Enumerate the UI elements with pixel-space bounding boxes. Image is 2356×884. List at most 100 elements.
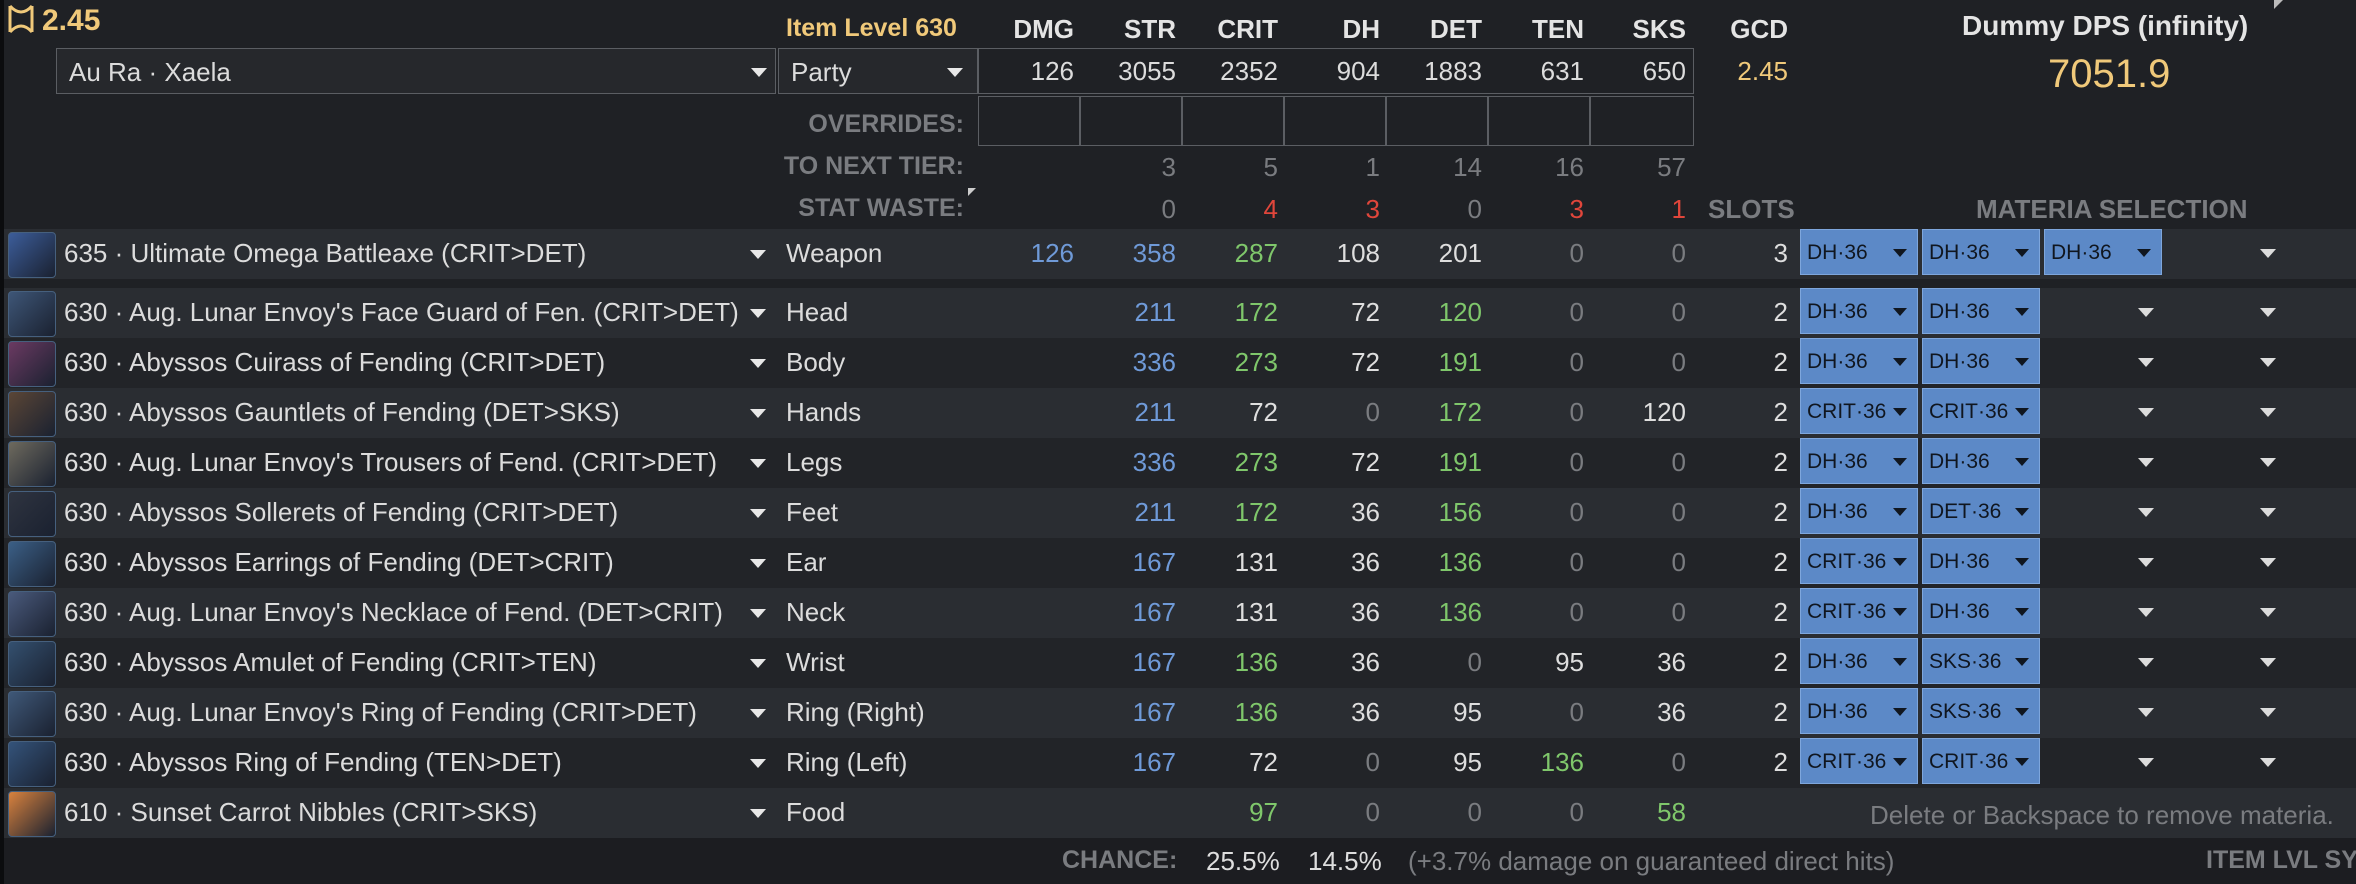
- table-row[interactable]: 630 · Aug. Lunar Envoy's Trousers of Fen…: [4, 438, 2356, 488]
- ring-icon: [8, 741, 56, 787]
- override-ten[interactable]: [1488, 96, 1590, 146]
- gear-slot: Legs: [786, 447, 843, 477]
- chevron-down-icon[interactable]: [750, 359, 766, 368]
- chevron-down-icon[interactable]: [750, 459, 766, 468]
- chevron-down-icon[interactable]: [750, 250, 766, 259]
- chevron-down-icon[interactable]: [750, 809, 766, 818]
- materia-select[interactable]: DET·36: [1922, 488, 2040, 534]
- materia-select-empty[interactable]: [2044, 688, 2162, 734]
- materia-select-empty[interactable]: [2044, 588, 2162, 634]
- materia-select[interactable]: DH·36: [1800, 288, 1918, 334]
- materia-select[interactable]: DH·36: [1922, 438, 2040, 484]
- materia-select-empty[interactable]: [2166, 288, 2284, 334]
- materia-select-empty[interactable]: [2166, 338, 2284, 384]
- table-row[interactable]: 630 · Abyssos Gauntlets of Fending (DET>…: [4, 388, 2356, 438]
- materia-select[interactable]: DH·36: [1922, 338, 2040, 384]
- materia-select[interactable]: DH·36: [2044, 229, 2162, 275]
- materia-select[interactable]: DH·36: [1800, 438, 1918, 484]
- chevron-down-icon: [2260, 249, 2276, 258]
- materia-select-empty[interactable]: [2166, 538, 2284, 584]
- chevron-down-icon: [1893, 458, 1907, 466]
- materia-select-empty[interactable]: [2044, 488, 2162, 534]
- stat-dh: 0: [1365, 747, 1380, 777]
- materia-select[interactable]: CRIT·36: [1922, 738, 2040, 784]
- materia-select-empty[interactable]: [2044, 638, 2162, 684]
- materia-select-empty[interactable]: [2044, 338, 2162, 384]
- chevron-down-icon: [2138, 658, 2154, 667]
- table-row[interactable]: 630 · Abyssos Cuirass of Fending (CRIT>D…: [4, 338, 2356, 388]
- gear-name[interactable]: 630 · Abyssos Gauntlets of Fending (DET>…: [64, 397, 620, 428]
- gear-name[interactable]: 630 · Abyssos Ring of Fending (TEN>DET): [64, 747, 562, 778]
- materia-select[interactable]: CRIT·36: [1800, 588, 1918, 634]
- materia-select[interactable]: DH·36: [1922, 288, 2040, 334]
- override-str[interactable]: [1080, 96, 1182, 146]
- table-row[interactable]: 630 · Abyssos Ring of Fending (TEN>DET) R…: [4, 738, 2356, 788]
- stat-waste-marker: [968, 188, 976, 196]
- materia-select[interactable]: DH·36: [1922, 588, 2040, 634]
- gear-name[interactable]: 630 · Abyssos Sollerets of Fending (CRIT…: [64, 497, 618, 528]
- gear-name[interactable]: 630 · Abyssos Amulet of Fending (CRIT>TE…: [64, 647, 597, 678]
- materia-select[interactable]: SKS·36: [1922, 688, 2040, 734]
- gear-name[interactable]: 610 · Sunset Carrot Nibbles (CRIT>SKS): [64, 797, 537, 828]
- materia-select-empty[interactable]: [2166, 438, 2284, 484]
- table-row[interactable]: 630 · Aug. Lunar Envoy's Ring of Fending…: [4, 688, 2356, 738]
- materia-select[interactable]: CRIT·36: [1922, 388, 2040, 434]
- materia-select-empty[interactable]: [2166, 229, 2284, 275]
- materia-select[interactable]: DH·36: [1800, 488, 1918, 534]
- materia-select[interactable]: DH·36: [1922, 538, 2040, 584]
- gear-name[interactable]: 630 · Aug. Lunar Envoy's Ring of Fending…: [64, 697, 697, 728]
- gear-name[interactable]: 635 · Ultimate Omega Battleaxe (CRIT>DET…: [64, 238, 586, 269]
- gear-name[interactable]: 630 · Aug. Lunar Envoy's Face Guard of F…: [64, 297, 739, 328]
- materia-select[interactable]: DH·36: [1800, 688, 1918, 734]
- stat-det: 0: [1467, 647, 1482, 677]
- materia-select-empty[interactable]: [2044, 538, 2162, 584]
- gear-name[interactable]: 630 · Abyssos Earrings of Fending (DET>C…: [64, 547, 614, 578]
- materia-select[interactable]: SKS·36: [1922, 638, 2040, 684]
- race-select[interactable]: Au Ra · Xaela: [56, 48, 776, 94]
- materia-select-empty[interactable]: [2166, 688, 2284, 734]
- chevron-down-icon[interactable]: [750, 759, 766, 768]
- table-row[interactable]: 635 · Ultimate Omega Battleaxe (CRIT>DET…: [4, 229, 2356, 279]
- materia-select-empty[interactable]: [2044, 738, 2162, 784]
- materia-select-empty[interactable]: [2166, 638, 2284, 684]
- materia-select[interactable]: DH·36: [1922, 229, 2040, 275]
- chevron-down-icon[interactable]: [750, 559, 766, 568]
- table-row[interactable]: 630 · Abyssos Sollerets of Fending (CRIT…: [4, 488, 2356, 538]
- materia-select[interactable]: DH·36: [1800, 338, 1918, 384]
- materia-select-empty[interactable]: [2044, 288, 2162, 334]
- override-dh[interactable]: [1284, 96, 1386, 146]
- table-row[interactable]: 630 · Aug. Lunar Envoy's Necklace of Fen…: [4, 588, 2356, 638]
- gear-name[interactable]: 630 · Aug. Lunar Envoy's Trousers of Fen…: [64, 447, 717, 478]
- stat-det: 172: [1438, 397, 1482, 427]
- table-row[interactable]: 630 · Abyssos Amulet of Fending (CRIT>TE…: [4, 638, 2356, 688]
- materia-select-empty[interactable]: [2166, 588, 2284, 634]
- party-select[interactable]: Party: [778, 48, 978, 94]
- materia-select-empty[interactable]: [2044, 388, 2162, 434]
- chevron-down-icon[interactable]: [750, 659, 766, 668]
- chevron-down-icon[interactable]: [750, 709, 766, 718]
- override-sks[interactable]: [1590, 96, 1694, 146]
- gear-slot: Feet: [786, 497, 839, 527]
- table-row[interactable]: 630 · Aug. Lunar Envoy's Face Guard of F…: [4, 288, 2356, 338]
- materia-select-empty[interactable]: [2166, 738, 2284, 784]
- materia-select-empty[interactable]: [2166, 488, 2284, 534]
- override-dmg[interactable]: [978, 96, 1080, 146]
- gear-slot: Body: [786, 347, 846, 377]
- slot-count: 2: [1773, 397, 1788, 427]
- table-row[interactable]: 630 · Abyssos Earrings of Fending (DET>C…: [4, 538, 2356, 588]
- materia-select-empty[interactable]: [2166, 388, 2284, 434]
- gear-name[interactable]: 630 · Aug. Lunar Envoy's Necklace of Fen…: [64, 597, 723, 628]
- materia-select[interactable]: DH·36: [1800, 229, 1918, 275]
- override-crit[interactable]: [1182, 96, 1284, 146]
- materia-select-empty[interactable]: [2044, 438, 2162, 484]
- materia-select[interactable]: DH·36: [1800, 638, 1918, 684]
- materia-select[interactable]: CRIT·36: [1800, 738, 1918, 784]
- chevron-down-icon[interactable]: [750, 609, 766, 618]
- gear-name[interactable]: 630 · Abyssos Cuirass of Fending (CRIT>D…: [64, 347, 605, 378]
- chevron-down-icon[interactable]: [750, 309, 766, 318]
- chevron-down-icon[interactable]: [750, 509, 766, 518]
- chevron-down-icon[interactable]: [750, 409, 766, 418]
- materia-select[interactable]: CRIT·36: [1800, 388, 1918, 434]
- materia-select[interactable]: CRIT·36: [1800, 538, 1918, 584]
- override-det[interactable]: [1386, 96, 1488, 146]
